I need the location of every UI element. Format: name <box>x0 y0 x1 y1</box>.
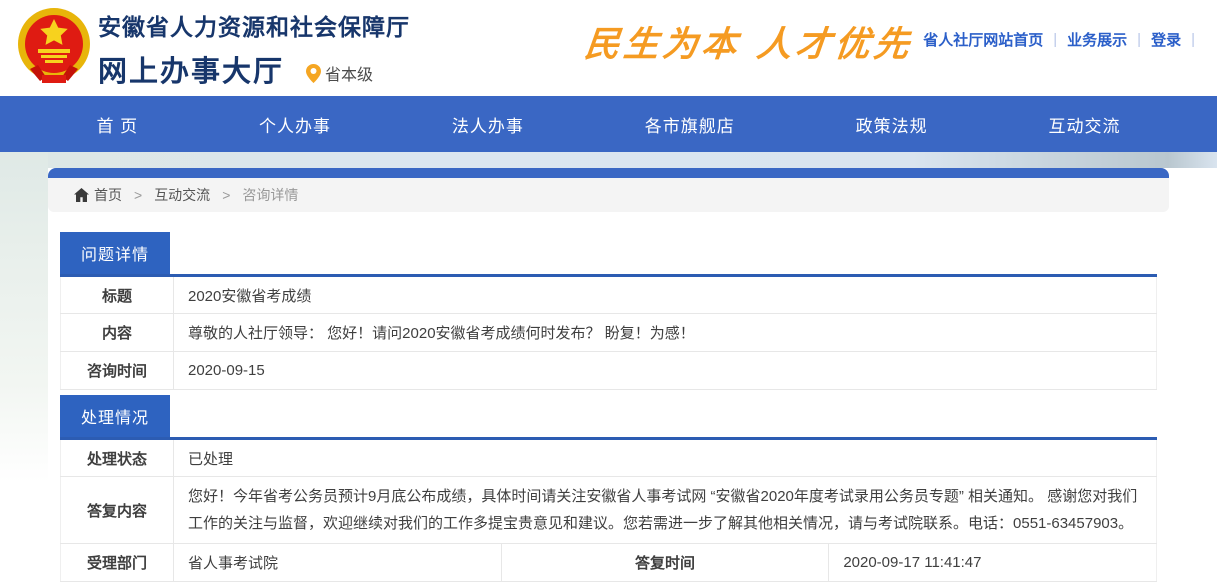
row-label: 答复内容 <box>61 477 174 544</box>
row-label: 内容 <box>61 314 174 352</box>
nav-item-personal[interactable]: 个人办事 <box>259 112 331 137</box>
process-table: 处理状态 已处理 答复内容 您好！今年省考公务员预计9月底公布成绩，具体时间请关… <box>60 437 1157 582</box>
link-site-home[interactable]: 省人社厅网站首页 <box>923 29 1043 50</box>
row-label: 处理状态 <box>61 439 174 477</box>
breadcrumb-interaction[interactable]: 互动交流 <box>154 185 210 205</box>
breadcrumb-separator: > <box>222 187 230 203</box>
nav-item-city-stores[interactable]: 各市旗舰店 <box>645 112 735 137</box>
national-emblem-logo <box>16 7 92 87</box>
process-section-badge: 处理情况 <box>60 395 170 437</box>
slogan-calligraphy: 民生为本 人才优先 <box>582 16 916 67</box>
link-separator: | <box>1053 31 1057 48</box>
link-login[interactable]: 登录 <box>1151 29 1181 50</box>
nav-item-home[interactable]: 首 页 <box>96 112 138 137</box>
link-separator: | <box>1191 31 1195 48</box>
breadcrumb-home[interactable]: 首页 <box>94 185 122 205</box>
table-row: 答复内容 您好！今年省考公务员预计9月底公布成绩，具体时间请关注安徽省人事考试网… <box>61 477 1157 544</box>
panel-top-bar <box>48 168 1169 178</box>
breadcrumb-current: 咨询详情 <box>242 185 298 205</box>
home-icon <box>74 188 89 202</box>
nav-item-legal[interactable]: 法人办事 <box>452 112 524 137</box>
location-pin-icon <box>306 64 321 83</box>
table-row: 处理状态 已处理 <box>61 439 1157 477</box>
link-business[interactable]: 业务展示 <box>1067 29 1127 50</box>
breadcrumb-separator: > <box>134 187 142 203</box>
link-separator: | <box>1137 31 1141 48</box>
reply-time-value: 2020-09-17 11:41:47 <box>829 544 1157 582</box>
hall-name: 网上办事大厅 <box>98 48 284 90</box>
org-name: 安徽省人力资源和社会保障厅 <box>98 8 410 42</box>
breadcrumb: 首页 > 互动交流 > 咨询详情 <box>48 178 1169 212</box>
top-links: 省人社厅网站首页 | 业务展示 | 登录 | <box>923 29 1205 50</box>
background-watermark-left <box>0 152 48 482</box>
row-value: 2020-09-15 <box>174 352 1157 390</box>
site-title-block: 安徽省人力资源和社会保障厅 网上办事大厅 省本级 <box>98 8 410 90</box>
question-section-badge: 问题详情 <box>60 232 170 274</box>
row-label: 咨询时间 <box>61 352 174 390</box>
background-watermark-strip <box>0 152 1217 168</box>
table-row: 受理部门 省人事考试院 答复时间 2020-09-17 11:41:47 <box>61 544 1157 582</box>
nav-item-policy[interactable]: 政策法规 <box>856 112 928 137</box>
region-label: 省本级 <box>325 61 373 85</box>
region-indicator[interactable]: 省本级 <box>306 61 373 85</box>
question-table: 标题 2020安徽省考成绩 内容 尊敬的人社厅领导： 您好！请问2020安徽省考… <box>60 274 1157 390</box>
row-value: 2020安徽省考成绩 <box>174 276 1157 314</box>
content-panel: 首页 > 互动交流 > 咨询详情 问题详情 标题 2020安徽省考成绩 内容 尊… <box>48 168 1169 582</box>
status-value: 已处理 <box>174 439 1157 477</box>
site-header: 安徽省人力资源和社会保障厅 网上办事大厅 省本级 民生为本 人才优先 省人社厅网… <box>0 0 1217 96</box>
panel-content: 问题详情 标题 2020安徽省考成绩 内容 尊敬的人社厅领导： 您好！请问202… <box>48 212 1169 582</box>
table-row: 咨询时间 2020-09-15 <box>61 352 1157 390</box>
nav-item-interaction[interactable]: 互动交流 <box>1049 112 1121 137</box>
main-nav: 首 页 个人办事 法人办事 各市旗舰店 政策法规 互动交流 <box>0 96 1217 152</box>
row-label: 受理部门 <box>61 544 174 582</box>
row-label: 答复时间 <box>501 544 829 582</box>
reply-value: 您好！今年省考公务员预计9月底公布成绩，具体时间请关注安徽省人事考试网 “安徽省… <box>174 477 1157 544</box>
table-row: 内容 尊敬的人社厅领导： 您好！请问2020安徽省考成绩何时发布？ 盼复！为感！ <box>61 314 1157 352</box>
row-label: 标题 <box>61 276 174 314</box>
table-row: 标题 2020安徽省考成绩 <box>61 276 1157 314</box>
dept-value: 省人事考试院 <box>174 544 502 582</box>
row-value: 尊敬的人社厅领导： 您好！请问2020安徽省考成绩何时发布？ 盼复！为感！ <box>174 314 1157 352</box>
